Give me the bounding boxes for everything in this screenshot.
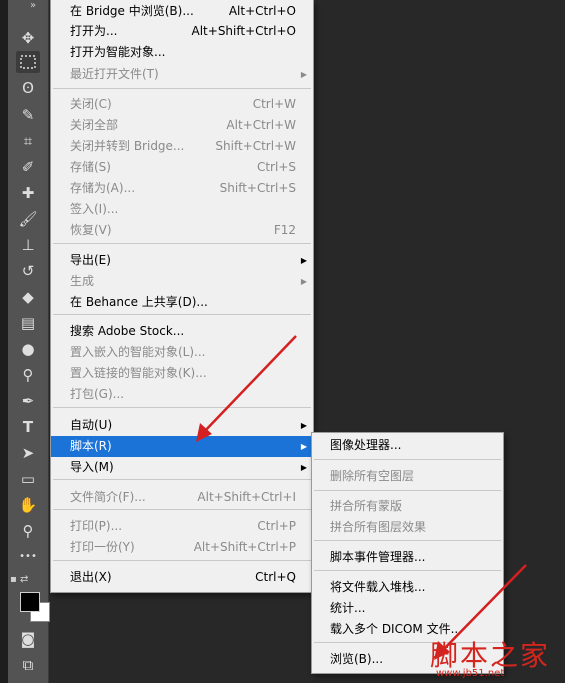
watermark: 脚本之家 www.jb51.net: [430, 634, 560, 682]
annotation-arrow-1: [201, 335, 297, 435]
watermark-url: www.jb51.net: [436, 668, 505, 679]
foreground-color-swatch[interactable]: [20, 592, 40, 612]
annotation-arrows: [196, 335, 527, 660]
